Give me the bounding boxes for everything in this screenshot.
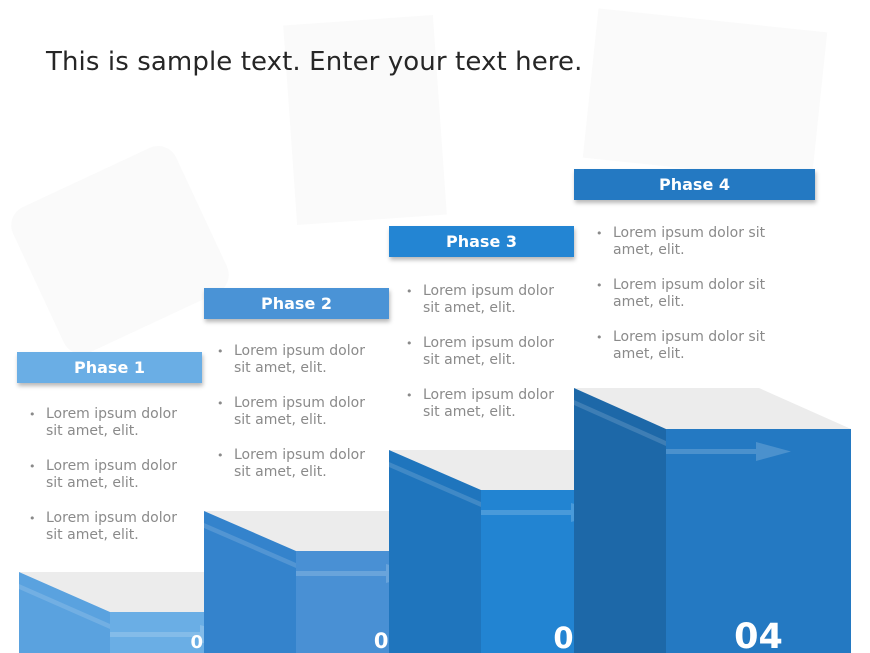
step-3-arrow-shaft <box>481 510 571 515</box>
step-4-number: 04 <box>734 617 783 653</box>
bullet-item: Lorem ipsum dolor sit amet, elit. <box>217 447 382 481</box>
step-4-side-face <box>574 388 666 653</box>
bullet-item: Lorem ipsum dolor sit amet, elit. <box>406 387 571 421</box>
bullet-item: Lorem ipsum dolor sit amet, elit. <box>596 277 781 311</box>
bullet-item: Lorem ipsum dolor sit amet, elit. <box>406 283 571 317</box>
bullet-item: Lorem ipsum dolor sit amet, elit. <box>217 343 382 377</box>
phase-2-label: Phase 2 <box>204 288 389 319</box>
phase-2-bullets: Lorem ipsum dolor sit amet, elit. Lorem … <box>217 343 382 499</box>
bullet-item: Lorem ipsum dolor sit amet, elit. <box>596 329 781 363</box>
bullet-item: Lorem ipsum dolor sit amet, elit. <box>29 458 194 492</box>
bullet-item: Lorem ipsum dolor sit amet, elit. <box>596 225 781 259</box>
step-1-arrow-shaft <box>110 632 200 637</box>
phase-4-label: Phase 4 <box>574 169 815 200</box>
step-2-arrow-shaft <box>296 571 386 576</box>
bullet-item: Lorem ipsum dolor sit amet, elit. <box>406 335 571 369</box>
step-4-arrow-shaft <box>666 449 756 454</box>
bullet-item: Lorem ipsum dolor sit amet, elit. <box>217 395 382 429</box>
phase-3-bullets: Lorem ipsum dolor sit amet, elit. Lorem … <box>406 283 571 439</box>
phase-3-label: Phase 3 <box>389 226 574 257</box>
phase-1-label: Phase 1 <box>17 352 202 383</box>
bullet-item: Lorem ipsum dolor sit amet, elit. <box>29 406 194 440</box>
bullet-item: Lorem ipsum dolor sit amet, elit. <box>29 510 194 544</box>
phase-4-bullets: Lorem ipsum dolor sit amet, elit. Lorem … <box>596 225 781 381</box>
phase-1-bullets: Lorem ipsum dolor sit amet, elit. Lorem … <box>29 406 194 562</box>
